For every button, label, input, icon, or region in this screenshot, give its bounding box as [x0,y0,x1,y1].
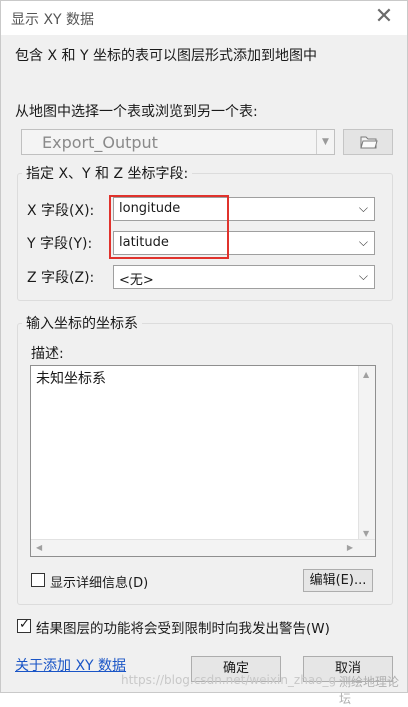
scroll-down-icon[interactable]: ▼ [363,529,369,538]
y-field-combo[interactable]: latitude ⌵ [113,231,375,255]
warn-label: 结果图层的功能将会受到限制时向我发出警告(W) [36,621,330,637]
window-title: 显示 XY 数据 [11,12,95,28]
dialog-description: 包含 X 和 Y 坐标的表可以图层形式添加到地图中 [15,48,317,64]
coordinate-description-value: 未知坐标系 [36,371,106,387]
z-field-combo[interactable]: <无> ⌵ [113,265,375,289]
title-bar: 显示 XY 数据 ✕ [1,1,407,35]
chevron-down-icon: ⌵ [358,269,368,283]
checkmark-icon: ✓ [19,617,30,632]
dropdown-arrow-icon: ▼ [316,130,334,154]
show-details-label: 显示详细信息(D) [50,576,149,591]
table-select-label: 从地图中选择一个表或浏览到另一个表: [15,104,258,120]
watermark-brand: 测绘地理论坛 [339,675,400,706]
y-field-value: latitude [119,235,169,250]
scroll-right-icon[interactable]: ▶ [347,543,353,552]
x-field-combo[interactable]: longitude ⌵ [113,197,375,221]
table-select-value: Export_Output [42,133,158,152]
warn-checkbox[interactable]: ✓ [17,617,31,633]
browse-button[interactable] [343,129,393,155]
horizontal-scrollbar[interactable]: ◀ ▶ [31,539,375,556]
description-label: 描述: [31,346,64,362]
y-field-label: Y 字段(Y): [27,236,93,252]
close-icon[interactable]: ✕ [371,5,397,31]
vertical-scrollbar[interactable]: ▲ ▼ [358,366,375,540]
chevron-down-icon: ⌵ [358,201,368,215]
edit-button[interactable]: 编辑(E)... [303,569,373,592]
xyz-fields-legend: 指定 X、Y 和 Z 坐标字段: [26,166,189,182]
chevron-down-icon: ⌵ [358,235,368,249]
z-field-value: <无> [119,273,154,288]
display-xy-data-dialog: 显示 XY 数据 ✕ 包含 X 和 Y 坐标的表可以图层形式添加到地图中 从地图… [0,0,408,706]
x-field-value: longitude [119,201,181,216]
coordinate-description-box[interactable]: 未知坐标系 ▲ ▼ ◀ ▶ [30,365,376,557]
x-field-label: X 字段(X): [27,203,95,219]
coordinate-system-legend: 输入坐标的坐标系 [26,316,138,332]
watermark-url: https://blog.csdn.net/weixin_zhao_g [121,673,337,687]
show-details-checkbox[interactable] [31,573,45,587]
scroll-left-icon[interactable]: ◀ [36,543,42,552]
scroll-up-icon[interactable]: ▲ [363,370,369,379]
z-field-label: Z 字段(Z): [27,270,95,286]
table-select-combo[interactable]: Export_Output ▼ [21,129,335,155]
open-folder-icon [360,136,378,149]
about-xy-data-link[interactable]: 关于添加 XY 数据 [15,655,126,675]
